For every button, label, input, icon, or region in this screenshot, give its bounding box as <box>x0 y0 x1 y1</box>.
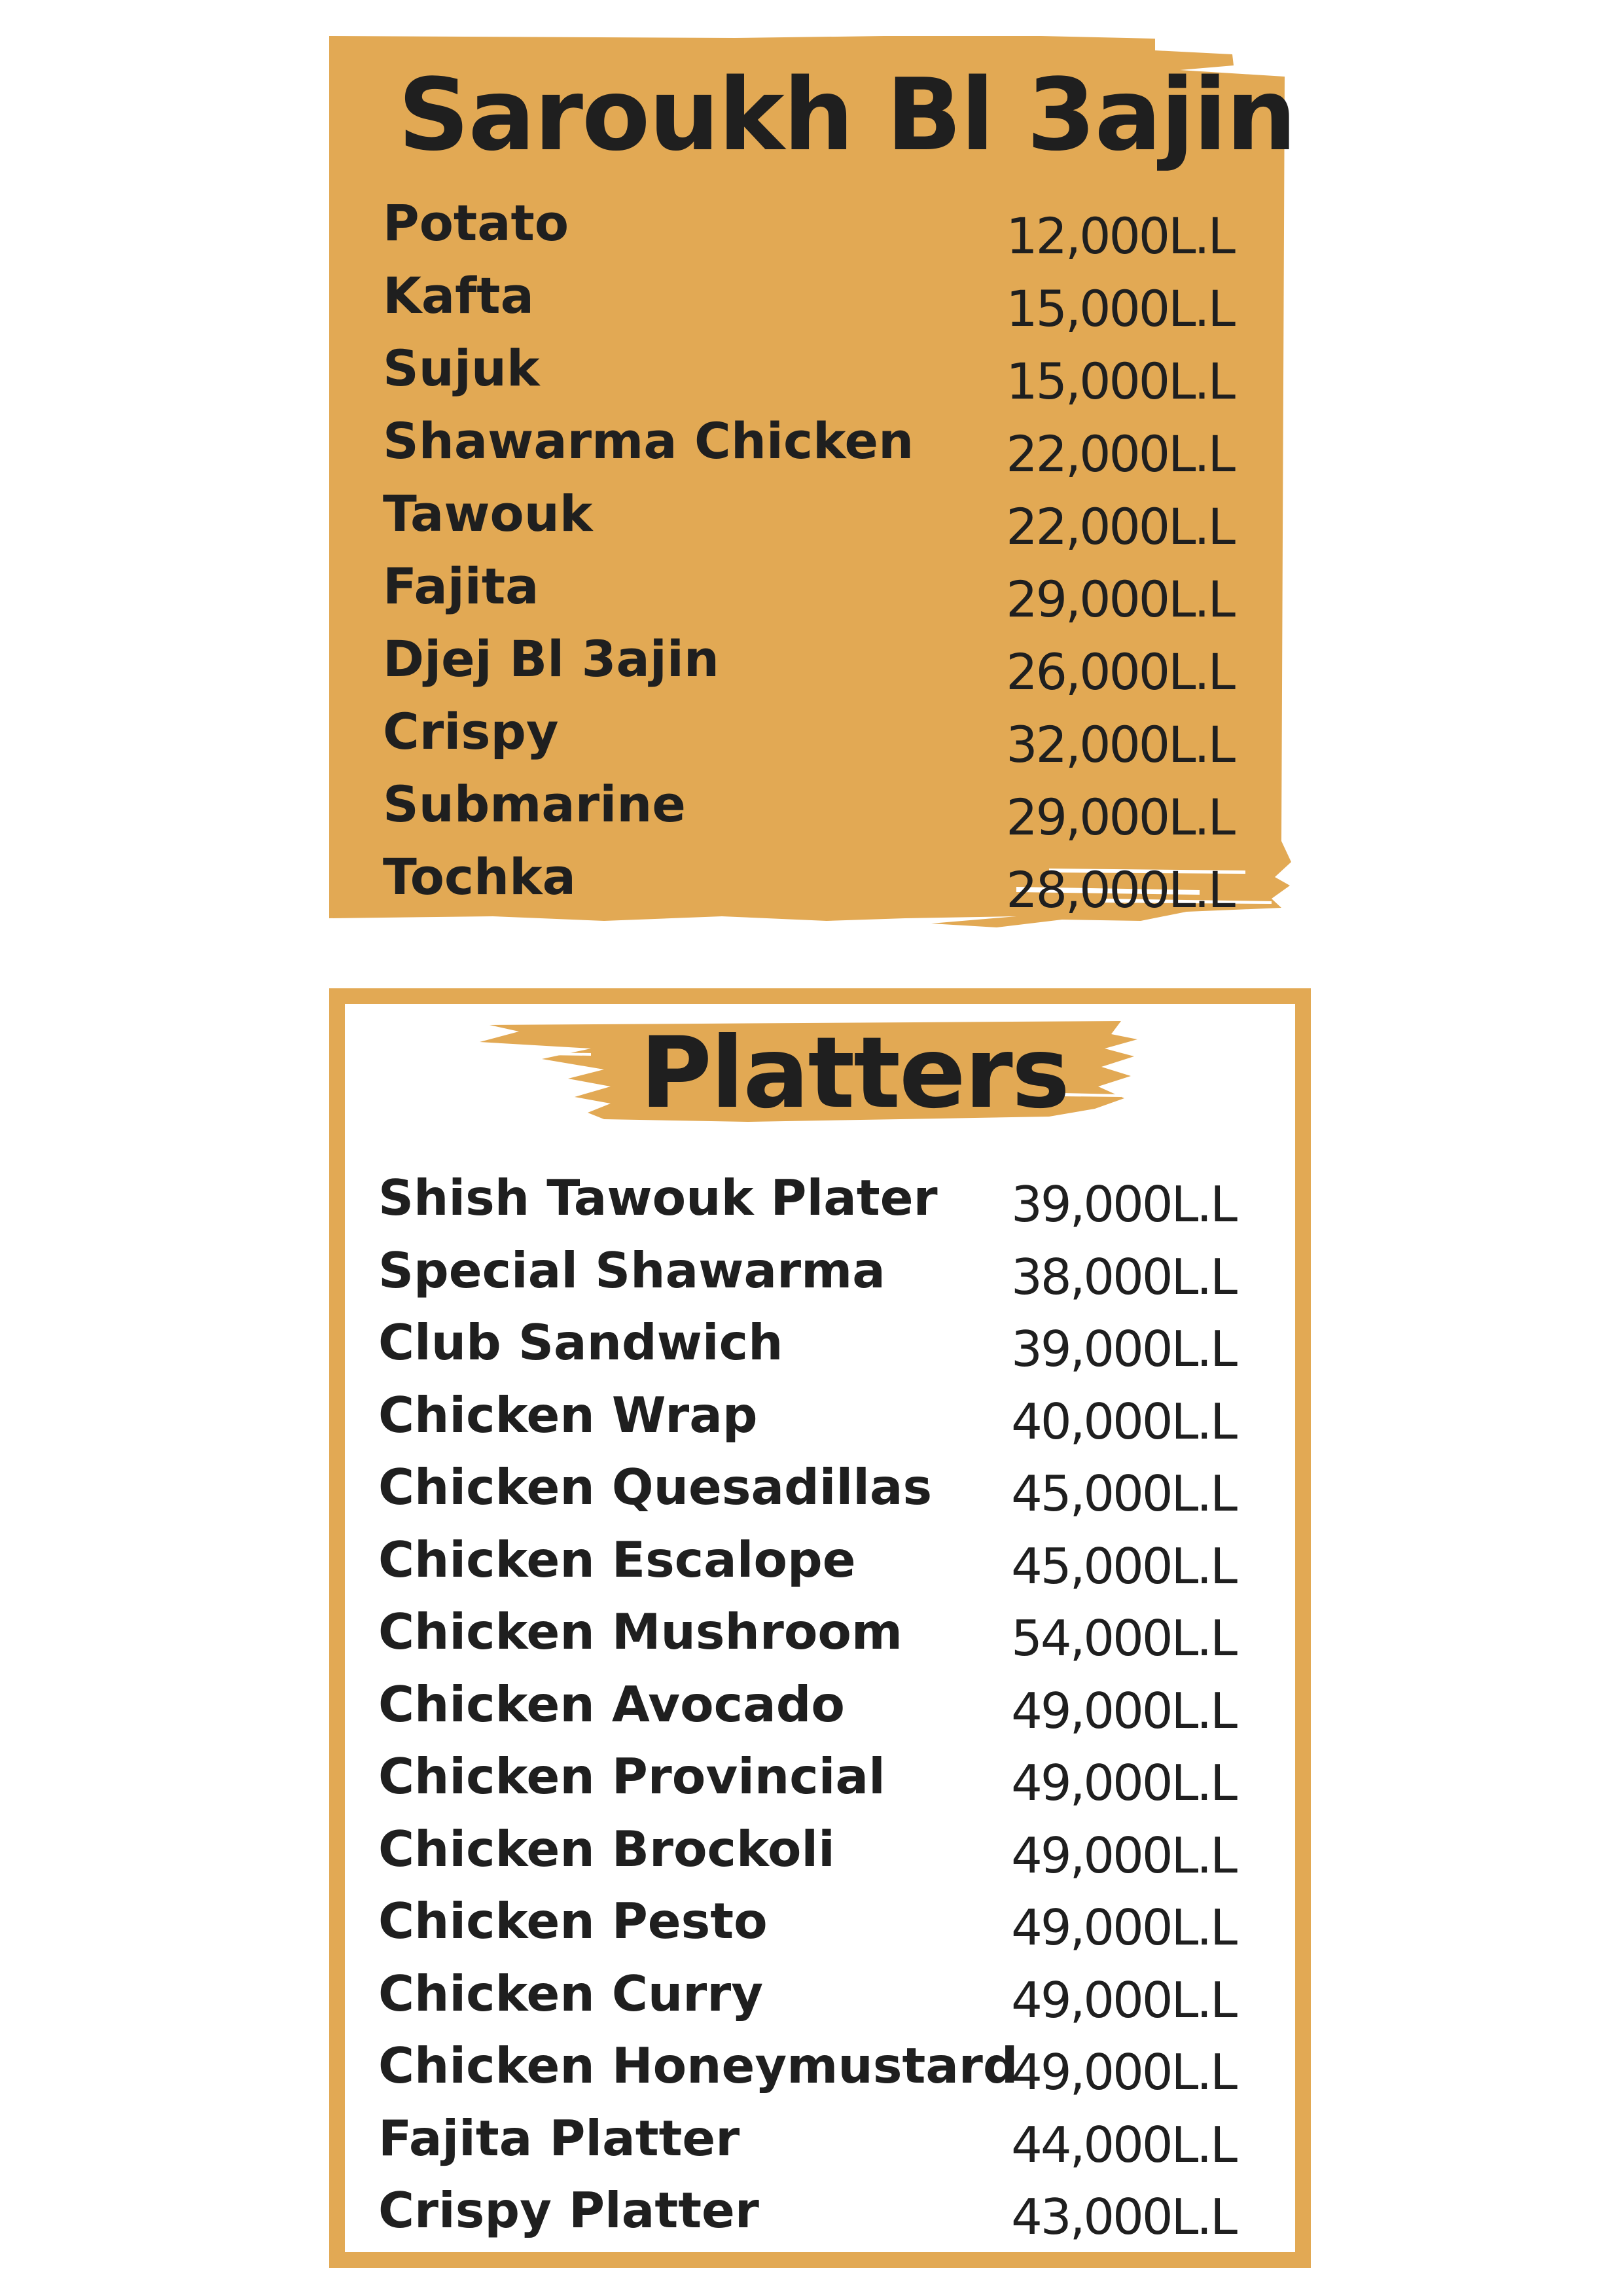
menu-item: Chicken Pesto 49,000L.L <box>378 1892 1238 1964</box>
menu-item-price: 32,000L.L <box>1006 715 1236 774</box>
menu-item: Potato 12,000L.L <box>383 193 1236 266</box>
menu-item-name: Shish Tawouk Plater <box>378 1169 938 1227</box>
menu-item: Fajita 29,000L.L <box>383 556 1236 629</box>
menu-item-name: Shawarma Chicken <box>383 412 914 470</box>
menu-item-name: Fajita Platter <box>378 2109 740 2167</box>
menu-item-price: 40,000L.L <box>1011 1392 1238 1450</box>
menu-item: Crispy Platter 43,000L.L <box>378 2181 1238 2253</box>
menu-item: Chicken Curry 49,000L.L <box>378 1964 1238 2037</box>
menu-item-name: Potato <box>383 194 569 252</box>
menu-item-price: 43,000L.L <box>1011 2188 1238 2246</box>
menu-item: Chicken Brockoli 49,000L.L <box>378 1820 1238 1892</box>
menu-item-name: Submarine <box>383 775 686 833</box>
menu-item-price: 49,000L.L <box>1011 1826 1238 1884</box>
menu-item-name: Fajita <box>383 557 539 615</box>
menu-item-price: 29,000L.L <box>1006 570 1236 628</box>
menu-item: Shish Tawouk Plater 39,000L.L <box>378 1168 1238 1241</box>
menu-item-price: 49,000L.L <box>1011 1899 1238 1956</box>
menu-item: Special Shawarma 38,000L.L <box>378 1241 1238 1314</box>
menu-item-price: 39,000L.L <box>1011 1320 1238 1378</box>
menu-item: Shawarma Chicken 22,000L.L <box>383 411 1236 484</box>
menu-item-price: 45,000L.L <box>1011 1465 1238 1522</box>
menu-item-price: 49,000L.L <box>1011 1971 1238 2029</box>
menu-item: Kafta 15,000L.L <box>383 266 1236 338</box>
menu-item-price: 39,000L.L <box>1011 1175 1238 1233</box>
menu-item: Djej Bl 3ajin 26,000L.L <box>383 629 1236 702</box>
menu-item-name: Tawouk <box>383 484 593 543</box>
menu-item: Tawouk 22,000L.L <box>383 484 1236 556</box>
menu-item-name: Club Sandwich <box>378 1314 783 1371</box>
menu-item-price: 28,000L.L <box>1006 861 1236 919</box>
menu-item-name: Chicken Brockoli <box>378 1820 835 1878</box>
menu-item: Submarine 29,000L.L <box>383 774 1236 847</box>
menu-item-price: 22,000L.L <box>1006 425 1236 483</box>
menu-item-name: Tochka <box>383 848 576 906</box>
menu-item-price: 15,000L.L <box>1006 279 1236 338</box>
menu-item-name: Chicken Honeymustard <box>378 2037 1018 2094</box>
menu-item-price: 15,000L.L <box>1006 352 1236 410</box>
menu-item-name: Djej Bl 3ajin <box>383 630 720 688</box>
menu-item-name: Chicken Mushroom <box>378 1603 903 1660</box>
menu-item-price: 22,000L.L <box>1006 497 1236 556</box>
menu-item-price: 29,000L.L <box>1006 788 1236 846</box>
menu-item-price: 49,000L.L <box>1011 2043 1238 2101</box>
menu-item-price: 26,000L.L <box>1006 643 1236 701</box>
menu-item-price: 38,000L.L <box>1011 1247 1238 1306</box>
menu-item: Fajita Platter 44,000L.L <box>378 2109 1238 2181</box>
menu-item-name: Crispy Platter <box>378 2181 759 2239</box>
menu-item-price: 12,000L.L <box>1006 207 1236 265</box>
menu-item-name: Chicken Pesto <box>378 1892 768 1950</box>
menu-item-name: Sujuk <box>383 339 540 397</box>
platters-section: Platters Shish Tawouk Plater 39,000L.L S… <box>329 988 1311 2268</box>
platters-menu-list: Shish Tawouk Plater 39,000L.L Special Sh… <box>378 1168 1238 2253</box>
menu-item-price: 49,000L.L <box>1011 1681 1238 1740</box>
saroukh-menu-list: Potato 12,000L.L Kafta 15,000L.L Sujuk 1… <box>383 193 1236 920</box>
menu-item: Chicken Quesadillas 45,000L.L <box>378 1458 1238 1530</box>
menu-item: Chicken Mushroom 54,000L.L <box>378 1602 1238 1675</box>
menu-item-name: Chicken Quesadillas <box>378 1458 933 1516</box>
menu-item: Chicken Wrap 40,000L.L <box>378 1386 1238 1458</box>
menu-item-name: Chicken Curry <box>378 1964 764 2022</box>
menu-item-price: 45,000L.L <box>1011 1537 1238 1595</box>
menu-item: Chicken Avocado 49,000L.L <box>378 1675 1238 1748</box>
menu-item-name: Chicken Avocado <box>378 1675 845 1733</box>
menu-item: Chicken Honeymustard 49,000L.L <box>378 2036 1238 2109</box>
menu-item-price: 49,000L.L <box>1011 1754 1238 1812</box>
menu-item-name: Chicken Wrap <box>378 1386 758 1444</box>
menu-item: Club Sandwich 39,000L.L <box>378 1313 1238 1386</box>
menu-item-name: Crispy <box>383 702 559 761</box>
menu-item: Chicken Provincial 49,000L.L <box>378 1747 1238 1820</box>
section-title: Platters <box>640 1016 1070 1130</box>
menu-item: Crispy 32,000L.L <box>383 702 1236 774</box>
menu-item-name: Chicken Provincial <box>378 1748 885 1805</box>
menu-item-name: Special Shawarma <box>378 1241 885 1299</box>
menu-item-price: 54,000L.L <box>1011 1609 1238 1667</box>
section-title: Saroukh Bl 3ajin <box>398 57 1296 173</box>
menu-item-price: 44,000L.L <box>1011 2115 1238 2174</box>
menu-item-name: Chicken Escalope <box>378 1530 856 1588</box>
menu-item: Chicken Escalope 45,000L.L <box>378 1530 1238 1603</box>
menu-item: Tochka 28,000L.L <box>383 847 1236 920</box>
menu-item-name: Kafta <box>383 266 534 325</box>
saroukh-section: Saroukh Bl 3ajin Potato 12,000L.L Kafta … <box>329 36 1298 952</box>
menu-item: Sujuk 15,000L.L <box>383 338 1236 411</box>
